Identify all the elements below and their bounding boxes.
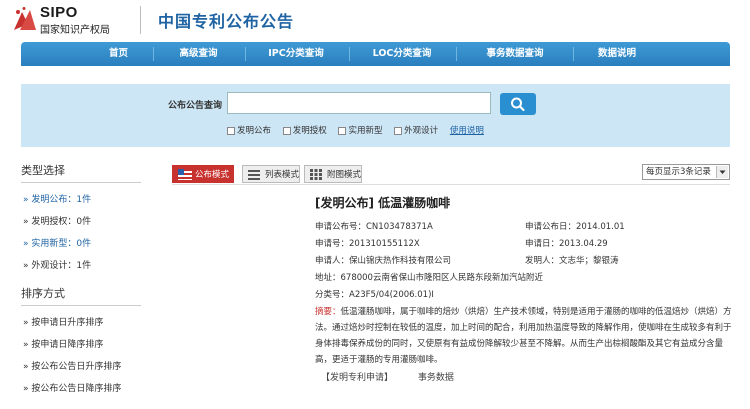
- type-filter-invention-grant[interactable]: » 发明授权：0件: [21, 211, 141, 233]
- application-number: 申请号：201310155112X: [315, 239, 420, 249]
- logo-text: SIPO: [40, 4, 78, 21]
- result-row: 申请公布号：CN103478371A 申请公布日：2014.01.01: [315, 219, 730, 236]
- address: 地址：678000云南省保山市隆阳区人民路东段新加汽站附近: [315, 273, 543, 283]
- tab-label: 列表模式: [265, 170, 300, 180]
- abstract-label: 摘要：: [315, 307, 341, 317]
- checkbox-label: 实用新型: [348, 126, 383, 136]
- per-page-select[interactable]: 每页显示3条记录: [642, 164, 730, 180]
- checkbox-box[interactable]: [227, 126, 235, 135]
- sidebar: 类型选择 » 发明公布：1件 » 发明授权：0件 » 实用新型：0件 » 外观设…: [21, 160, 141, 400]
- checkbox-box[interactable]: [394, 126, 403, 135]
- pub-number: 申请公布号：CN103478371A: [315, 222, 433, 232]
- detail-link[interactable]: 【发明专利申请】: [321, 370, 393, 383]
- type-filter-heading: 类型选择: [21, 160, 141, 183]
- results-divider: [172, 184, 730, 185]
- nav-home[interactable]: 首页: [81, 42, 156, 66]
- abstract: 摘要：低温灌肠咖啡，属于咖啡的焙炒（烘焙）生产技术领域，特别是适用于灌肠的咖啡的…: [315, 304, 737, 368]
- dropdown-arrow[interactable]: [716, 166, 728, 178]
- sort-pub-date-desc[interactable]: » 按公布公告日降序排序: [21, 378, 141, 400]
- nav-separator: [456, 47, 457, 61]
- help-link[interactable]: 使用说明: [450, 126, 484, 136]
- nav-ipc-search[interactable]: IPC分类查询: [251, 42, 341, 66]
- tab-list-mode[interactable]: 列表模式: [242, 165, 300, 183]
- checkbox-box[interactable]: [338, 126, 347, 135]
- list-icon: [248, 170, 260, 180]
- nav-separator: [573, 47, 574, 61]
- sort-heading: 排序方式: [21, 283, 141, 306]
- pub-date: 申请公布日：2014.01.01: [525, 222, 625, 232]
- nav-separator: [349, 47, 350, 61]
- main-nav: 首页 高级查询 IPC分类查询 LOC分类查询 事务数据查询 数据说明: [21, 42, 730, 66]
- checkbox-invention-grant[interactable]: 发明授权: [282, 124, 327, 136]
- checkbox-utility-model[interactable]: 实用新型: [338, 124, 382, 136]
- nav-loc-search[interactable]: LOC分类查询: [357, 42, 447, 66]
- result-row: 申请号：201310155112X 申请日：2013.04.29: [315, 236, 730, 253]
- result-item: [发明公布] 低温灌肠咖啡 申请公布号：CN103478371A 申请公布日：2…: [315, 194, 732, 383]
- sort-pub-date-asc[interactable]: » 按公布公告日升序排序: [21, 356, 141, 378]
- sipo-logo[interactable]: SIPO 国家知识产权局: [12, 4, 142, 36]
- grid-icon: [310, 169, 322, 180]
- type-filter-design[interactable]: » 外观设计：1件: [21, 255, 141, 277]
- sipo-emblem-icon: [14, 7, 36, 30]
- application-date: 申请日：2013.04.29: [525, 239, 608, 249]
- type-filter-utility-model[interactable]: » 实用新型：0件: [21, 233, 141, 255]
- checkbox-label: 外观设计: [404, 126, 439, 136]
- per-page-value: 每页显示3条记录: [646, 167, 711, 177]
- nav-separator: [153, 47, 154, 61]
- checkbox-box[interactable]: [282, 126, 291, 135]
- header: SIPO 国家知识产权局 中国专利公布公告: [0, 0, 750, 40]
- result-row: 申请人：保山锦庆热作科技有限公司 发明人：文志华；黎银涛: [315, 253, 730, 270]
- inventor: 发明人：文志华；黎银涛: [525, 256, 619, 266]
- checkbox-invention-pub[interactable]: 发明公布: [227, 124, 271, 136]
- checkbox-label: 发明授权: [292, 126, 327, 136]
- checkbox-label: 发明公布: [237, 126, 272, 136]
- nav-affairs-search[interactable]: 事务数据查询: [465, 42, 565, 66]
- search-label: 公布公告查询: [168, 101, 223, 111]
- sort-app-date-asc[interactable]: » 按申请日升序排序: [21, 312, 141, 334]
- result-links: 【发明专利申请】 事务数据: [315, 370, 730, 383]
- search-icon: [511, 97, 525, 112]
- affairs-link[interactable]: 事务数据: [418, 370, 454, 383]
- abstract-text: 低温灌肠咖啡，属于咖啡的焙炒（烘焙）生产技术领域，特别是适用于灌肠的咖啡的低温焙…: [315, 307, 732, 365]
- site-title: 中国专利公布公告: [158, 12, 295, 31]
- nav-advanced-search[interactable]: 高级查询: [161, 42, 236, 66]
- flag-icon: [178, 169, 192, 180]
- tab-figure-mode[interactable]: 附图模式: [304, 165, 362, 183]
- search-button[interactable]: [500, 93, 536, 115]
- sort-app-date-desc[interactable]: » 按申请日降序排序: [21, 334, 141, 356]
- chevron-down-icon: [719, 170, 726, 174]
- tab-label: 公布模式: [195, 170, 230, 180]
- classification: 分类号：A23F5/04(2006.01)I: [315, 290, 434, 300]
- type-filter-invention-pub[interactable]: » 发明公布：1件: [21, 189, 141, 211]
- search-panel: 公布公告查询 发明公布 发明授权 实用新型 外观设计 使用说明: [21, 84, 730, 147]
- tab-publication-mode[interactable]: 公布模式: [172, 165, 234, 183]
- search-input[interactable]: [227, 92, 491, 114]
- applicant: 申请人：保山锦庆热作科技有限公司: [315, 256, 452, 266]
- nav-separator: [245, 47, 246, 61]
- type-checkboxes: 发明公布 发明授权 实用新型 外观设计 使用说明: [227, 124, 484, 136]
- tab-label: 附图模式: [327, 170, 362, 180]
- logo-cn-text: 国家知识产权局: [40, 25, 110, 36]
- result-title[interactable]: [发明公布] 低温灌肠咖啡: [315, 194, 730, 211]
- header-divider: [140, 6, 141, 34]
- checkbox-design[interactable]: 外观设计: [394, 124, 438, 136]
- nav-data-description[interactable]: 数据说明: [577, 42, 657, 66]
